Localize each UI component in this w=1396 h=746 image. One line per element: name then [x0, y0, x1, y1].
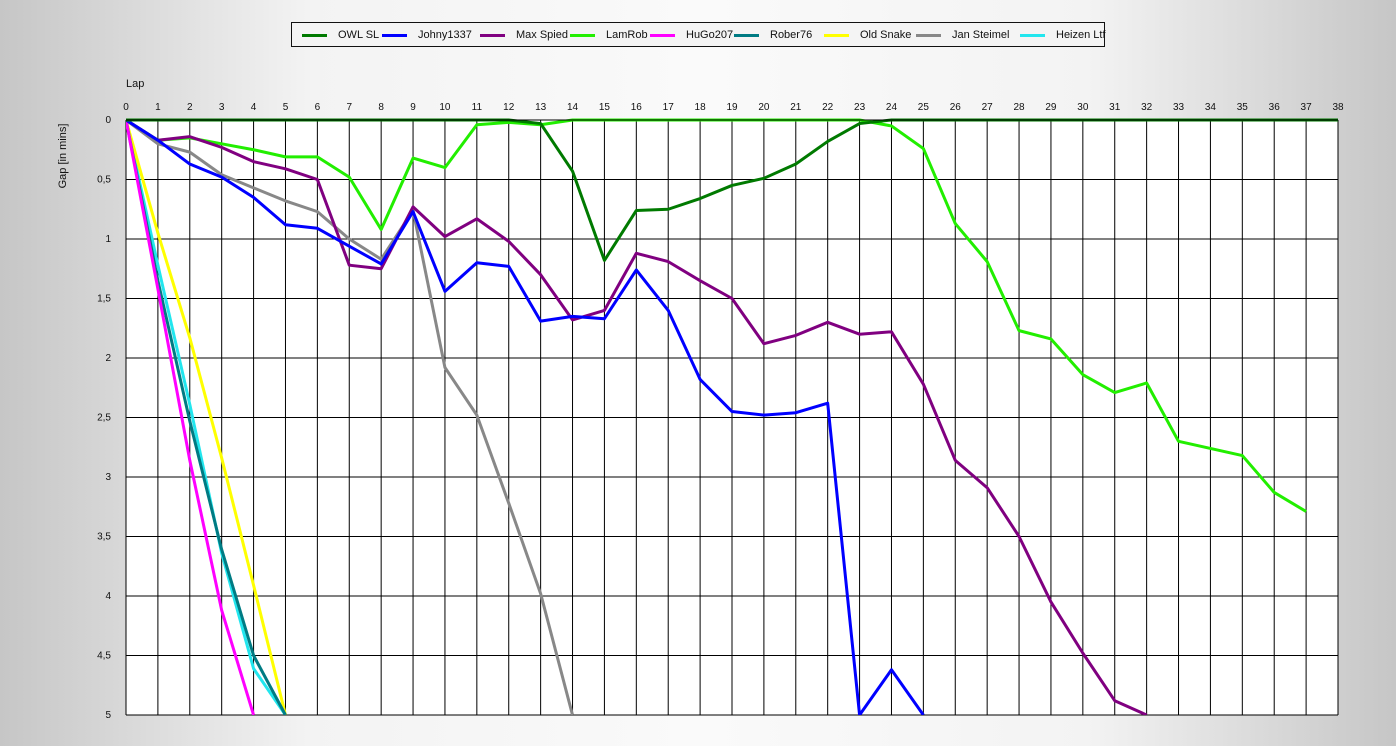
y-tick-label: 5: [105, 710, 111, 721]
x-tick-label: 32: [1141, 102, 1153, 113]
y-tick-label: 0: [105, 115, 111, 126]
x-tick-label: 37: [1301, 102, 1313, 113]
y-tick-label: 1: [105, 234, 111, 245]
x-tick-label: 38: [1332, 102, 1344, 113]
y-tick-label: 0,5: [97, 175, 111, 186]
x-tick-label: 36: [1269, 102, 1281, 113]
x-tick-label: 13: [535, 102, 547, 113]
x-tick-label: 21: [790, 102, 802, 113]
x-tick-label: 15: [599, 102, 611, 113]
x-tick-label: 33: [1173, 102, 1185, 113]
x-tick-label: 16: [631, 102, 643, 113]
y-tick-label: 4,5: [97, 651, 111, 662]
x-tick-label: 9: [410, 102, 416, 113]
x-tick-label: 18: [695, 102, 707, 113]
y-axis-title: Gap [in mins]: [57, 124, 69, 189]
x-axis-title: Lap: [126, 78, 144, 90]
y-tick-label: 3,5: [97, 532, 111, 543]
x-tick-label: 0: [123, 102, 129, 113]
x-tick-label: 19: [726, 102, 738, 113]
y-axis-ticks: 0 0,5 1 1,5 2 2,5 3 3,5 4 4,5 5: [97, 115, 111, 721]
x-tick-label: 4: [251, 102, 257, 113]
x-tick-label: 20: [758, 102, 770, 113]
x-tick-label: 2: [187, 102, 193, 113]
x-axis-ticks: 0 1 2 3 4 5 6 7 8 9 10 11 12 13 14 15 16 17 18 19 20 21 22 23 24…: [123, 102, 1344, 113]
y-tick-label: 1,5: [97, 294, 111, 305]
x-tick-label: 29: [1045, 102, 1057, 113]
x-tick-label: 12: [503, 102, 515, 113]
x-tick-label: 17: [663, 102, 675, 113]
x-tick-label: 23: [854, 102, 866, 113]
x-tick-label: 14: [567, 102, 579, 113]
y-tick-label: 4: [105, 591, 111, 602]
x-tick-label: 3: [219, 102, 225, 113]
x-tick-label: 31: [1109, 102, 1121, 113]
x-tick-label: 10: [439, 102, 451, 113]
x-tick-label: 35: [1237, 102, 1249, 113]
x-tick-label: 7: [346, 102, 352, 113]
x-tick-label: 34: [1205, 102, 1217, 113]
x-tick-label: 27: [982, 102, 994, 113]
y-tick-label: 2,5: [97, 413, 111, 424]
y-tick-label: 2: [105, 353, 111, 364]
x-tick-label: 30: [1077, 102, 1089, 113]
y-tick-label: 3: [105, 472, 111, 483]
x-tick-label: 25: [918, 102, 930, 113]
x-tick-label: 5: [283, 102, 289, 113]
x-tick-label: 22: [822, 102, 834, 113]
x-tick-label: 6: [315, 102, 321, 113]
x-tick-label: 28: [1013, 102, 1025, 113]
x-tick-label: 8: [378, 102, 384, 113]
line-chart: 0 1 2 3 4 5 6 7 8 9 10 11 12 13 14 15 16 17 18 19 20 21 22 23 24…: [57, 78, 1344, 721]
x-tick-label: 1: [155, 102, 161, 113]
x-tick-label: 26: [950, 102, 962, 113]
x-tick-label: 11: [472, 102, 483, 113]
x-tick-label: 24: [886, 102, 898, 113]
